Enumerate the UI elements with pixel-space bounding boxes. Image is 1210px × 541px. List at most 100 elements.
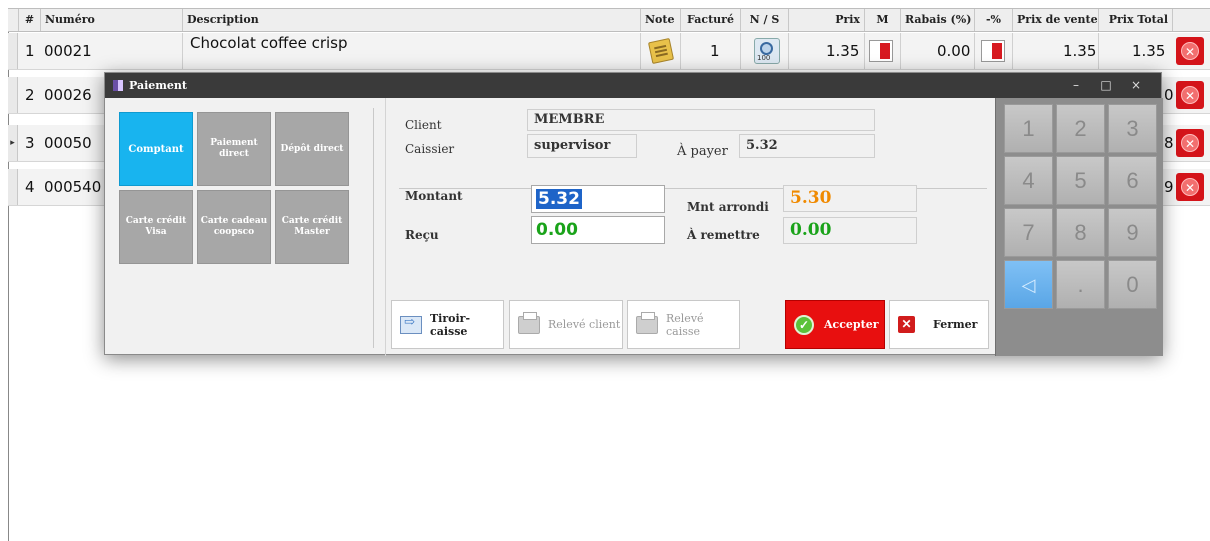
accepter-button[interactable]: ✓ Accepter xyxy=(785,300,885,349)
col-header-prix-total[interactable]: Prix Total xyxy=(1098,9,1172,31)
tile-comptant[interactable]: Comptant xyxy=(119,112,193,186)
key-6[interactable]: 6 xyxy=(1108,156,1157,205)
note-icon[interactable] xyxy=(647,37,675,65)
divider xyxy=(373,108,374,348)
recu-label: Reçu xyxy=(405,228,439,242)
releve-client-label: Relevé client xyxy=(548,318,621,331)
row-index: 1 xyxy=(25,42,35,60)
close-icon: ✕ xyxy=(1181,134,1199,152)
m-flag-checkbox[interactable] xyxy=(869,40,893,62)
serial-number-icon[interactable]: 100 xyxy=(754,38,780,64)
backspace-key[interactable]: ◁ xyxy=(1004,260,1053,309)
delete-row-button[interactable]: ✕ xyxy=(1176,37,1204,65)
check-icon: ✓ xyxy=(794,314,814,335)
cash-drawer-icon xyxy=(400,315,422,334)
payment-dialog: Paiement – □ × Comptant Paiement direct … xyxy=(104,72,1163,356)
numeric-keypad: 1 2 3 4 5 6 7 8 9 ◁ . 0 xyxy=(995,98,1163,356)
col-header-delete xyxy=(1172,9,1210,31)
key-3[interactable]: 3 xyxy=(1108,104,1157,153)
row-index: 2 xyxy=(25,86,35,104)
row-prix: 1.35 xyxy=(826,42,860,60)
payment-methods: Comptant Paiement direct Dépôt direct Ca… xyxy=(105,98,385,356)
row-prix-total-partial: 0 xyxy=(1164,86,1174,104)
releve-caisse-label: Relevé caisse xyxy=(666,311,704,338)
col-header-rabais[interactable]: Rabais (%) xyxy=(900,9,974,31)
tile-carte-master[interactable]: Carte crédit Master xyxy=(275,190,349,264)
dialog-titlebar[interactable]: Paiement – □ × xyxy=(105,73,1161,98)
col-header-minus-pct[interactable]: -% xyxy=(974,9,1012,31)
tile-depot-direct[interactable]: Dépôt direct xyxy=(275,112,349,186)
maximize-button[interactable]: □ xyxy=(1091,73,1121,98)
tiroir-caisse-label: Tiroir-caisse xyxy=(430,311,471,338)
montant-selected-text: 5.32 xyxy=(536,189,582,209)
accepter-label: Accepter xyxy=(824,318,879,331)
row-prix-total-partial: 9 xyxy=(1164,178,1174,196)
caissier-label: Caissier xyxy=(405,142,455,156)
tile-carte-cadeau[interactable]: Carte cadeau coopsco xyxy=(197,190,271,264)
app-icon xyxy=(113,80,123,91)
row-marker xyxy=(8,77,18,113)
tile-carte-visa[interactable]: Carte crédit Visa xyxy=(119,190,193,264)
table-row[interactable]: 1 00021 Chocolat coffee crisp 1 100 1.35… xyxy=(8,33,1210,70)
key-4[interactable]: 4 xyxy=(1004,156,1053,205)
row-numero: 00021 xyxy=(44,42,92,60)
close-icon: ✕ xyxy=(1181,42,1199,60)
fermer-label: Fermer xyxy=(933,318,978,331)
tile-paiement-direct[interactable]: Paiement direct xyxy=(197,112,271,186)
montant-input[interactable]: 5.32 xyxy=(531,185,665,213)
grid-header: # Numéro Description Note Facturé N / S … xyxy=(8,8,1210,32)
row-prix-total: 1.35 xyxy=(1132,42,1166,60)
key-1[interactable]: 1 xyxy=(1004,104,1053,153)
col-header-index[interactable]: # xyxy=(18,9,40,31)
delete-row-button[interactable]: ✕ xyxy=(1176,81,1204,109)
row-numero: 00050 xyxy=(44,134,92,152)
key-7[interactable]: 7 xyxy=(1004,208,1053,257)
a-remettre-value: 0.00 xyxy=(783,217,917,244)
row-prix-vente: 1.35 xyxy=(1063,42,1097,60)
row-marker xyxy=(8,33,18,69)
col-header-m[interactable]: M xyxy=(864,9,900,31)
a-payer-value: 5.32 xyxy=(739,134,875,158)
delete-row-button[interactable]: ✕ xyxy=(1176,129,1204,157)
key-5[interactable]: 5 xyxy=(1056,156,1105,205)
printer-icon xyxy=(636,311,658,334)
row-numero: 00026 xyxy=(44,86,92,104)
key-9[interactable]: 9 xyxy=(1108,208,1157,257)
row-prix-total-partial: 8 xyxy=(1164,134,1174,152)
col-header-note[interactable]: Note xyxy=(640,9,680,31)
key-2[interactable]: 2 xyxy=(1056,104,1105,153)
close-icon: ✕ xyxy=(1181,86,1199,104)
percent-flag-checkbox[interactable] xyxy=(981,40,1005,62)
recu-input[interactable]: 0.00 xyxy=(531,216,665,244)
dialog-title: Paiement xyxy=(129,79,187,92)
col-header-ns[interactable]: N / S xyxy=(740,9,788,31)
mnt-arrondi-value: 5.30 xyxy=(783,185,917,212)
printer-icon xyxy=(518,311,540,334)
mnt-arrondi-label: Mnt arrondi xyxy=(687,200,769,214)
window-close-button[interactable]: × xyxy=(1121,73,1151,98)
col-header-prix-vente[interactable]: Prix de vente xyxy=(1012,9,1098,31)
close-icon: ✕ xyxy=(898,316,915,333)
col-header-facture[interactable]: Facturé xyxy=(680,9,740,31)
releve-caisse-button[interactable]: Relevé caisse xyxy=(627,300,740,349)
tiroir-caisse-button[interactable]: Tiroir-caisse xyxy=(391,300,504,349)
releve-client-button[interactable]: Relevé client xyxy=(509,300,623,349)
key-0[interactable]: 0 xyxy=(1108,260,1157,309)
row-index: 3 xyxy=(25,134,35,152)
minimize-button[interactable]: – xyxy=(1061,73,1091,98)
row-numero: 000540 xyxy=(44,178,102,196)
key-8[interactable]: 8 xyxy=(1056,208,1105,257)
client-value: MEMBRE xyxy=(527,109,875,131)
a-remettre-label: À remettre xyxy=(687,228,760,242)
client-label: Client xyxy=(405,118,442,132)
a-payer-label: À payer xyxy=(677,144,728,159)
row-index: 4 xyxy=(25,178,35,196)
delete-row-button[interactable]: ✕ xyxy=(1176,173,1204,201)
col-header-prix[interactable]: Prix xyxy=(788,9,864,31)
key-decimal[interactable]: . xyxy=(1056,260,1105,309)
col-header-description[interactable]: Description xyxy=(182,9,640,31)
col-header-numero[interactable]: Numéro xyxy=(40,9,182,31)
fermer-button[interactable]: ✕ Fermer xyxy=(889,300,989,349)
row-marker xyxy=(8,169,18,205)
divider xyxy=(385,98,386,356)
